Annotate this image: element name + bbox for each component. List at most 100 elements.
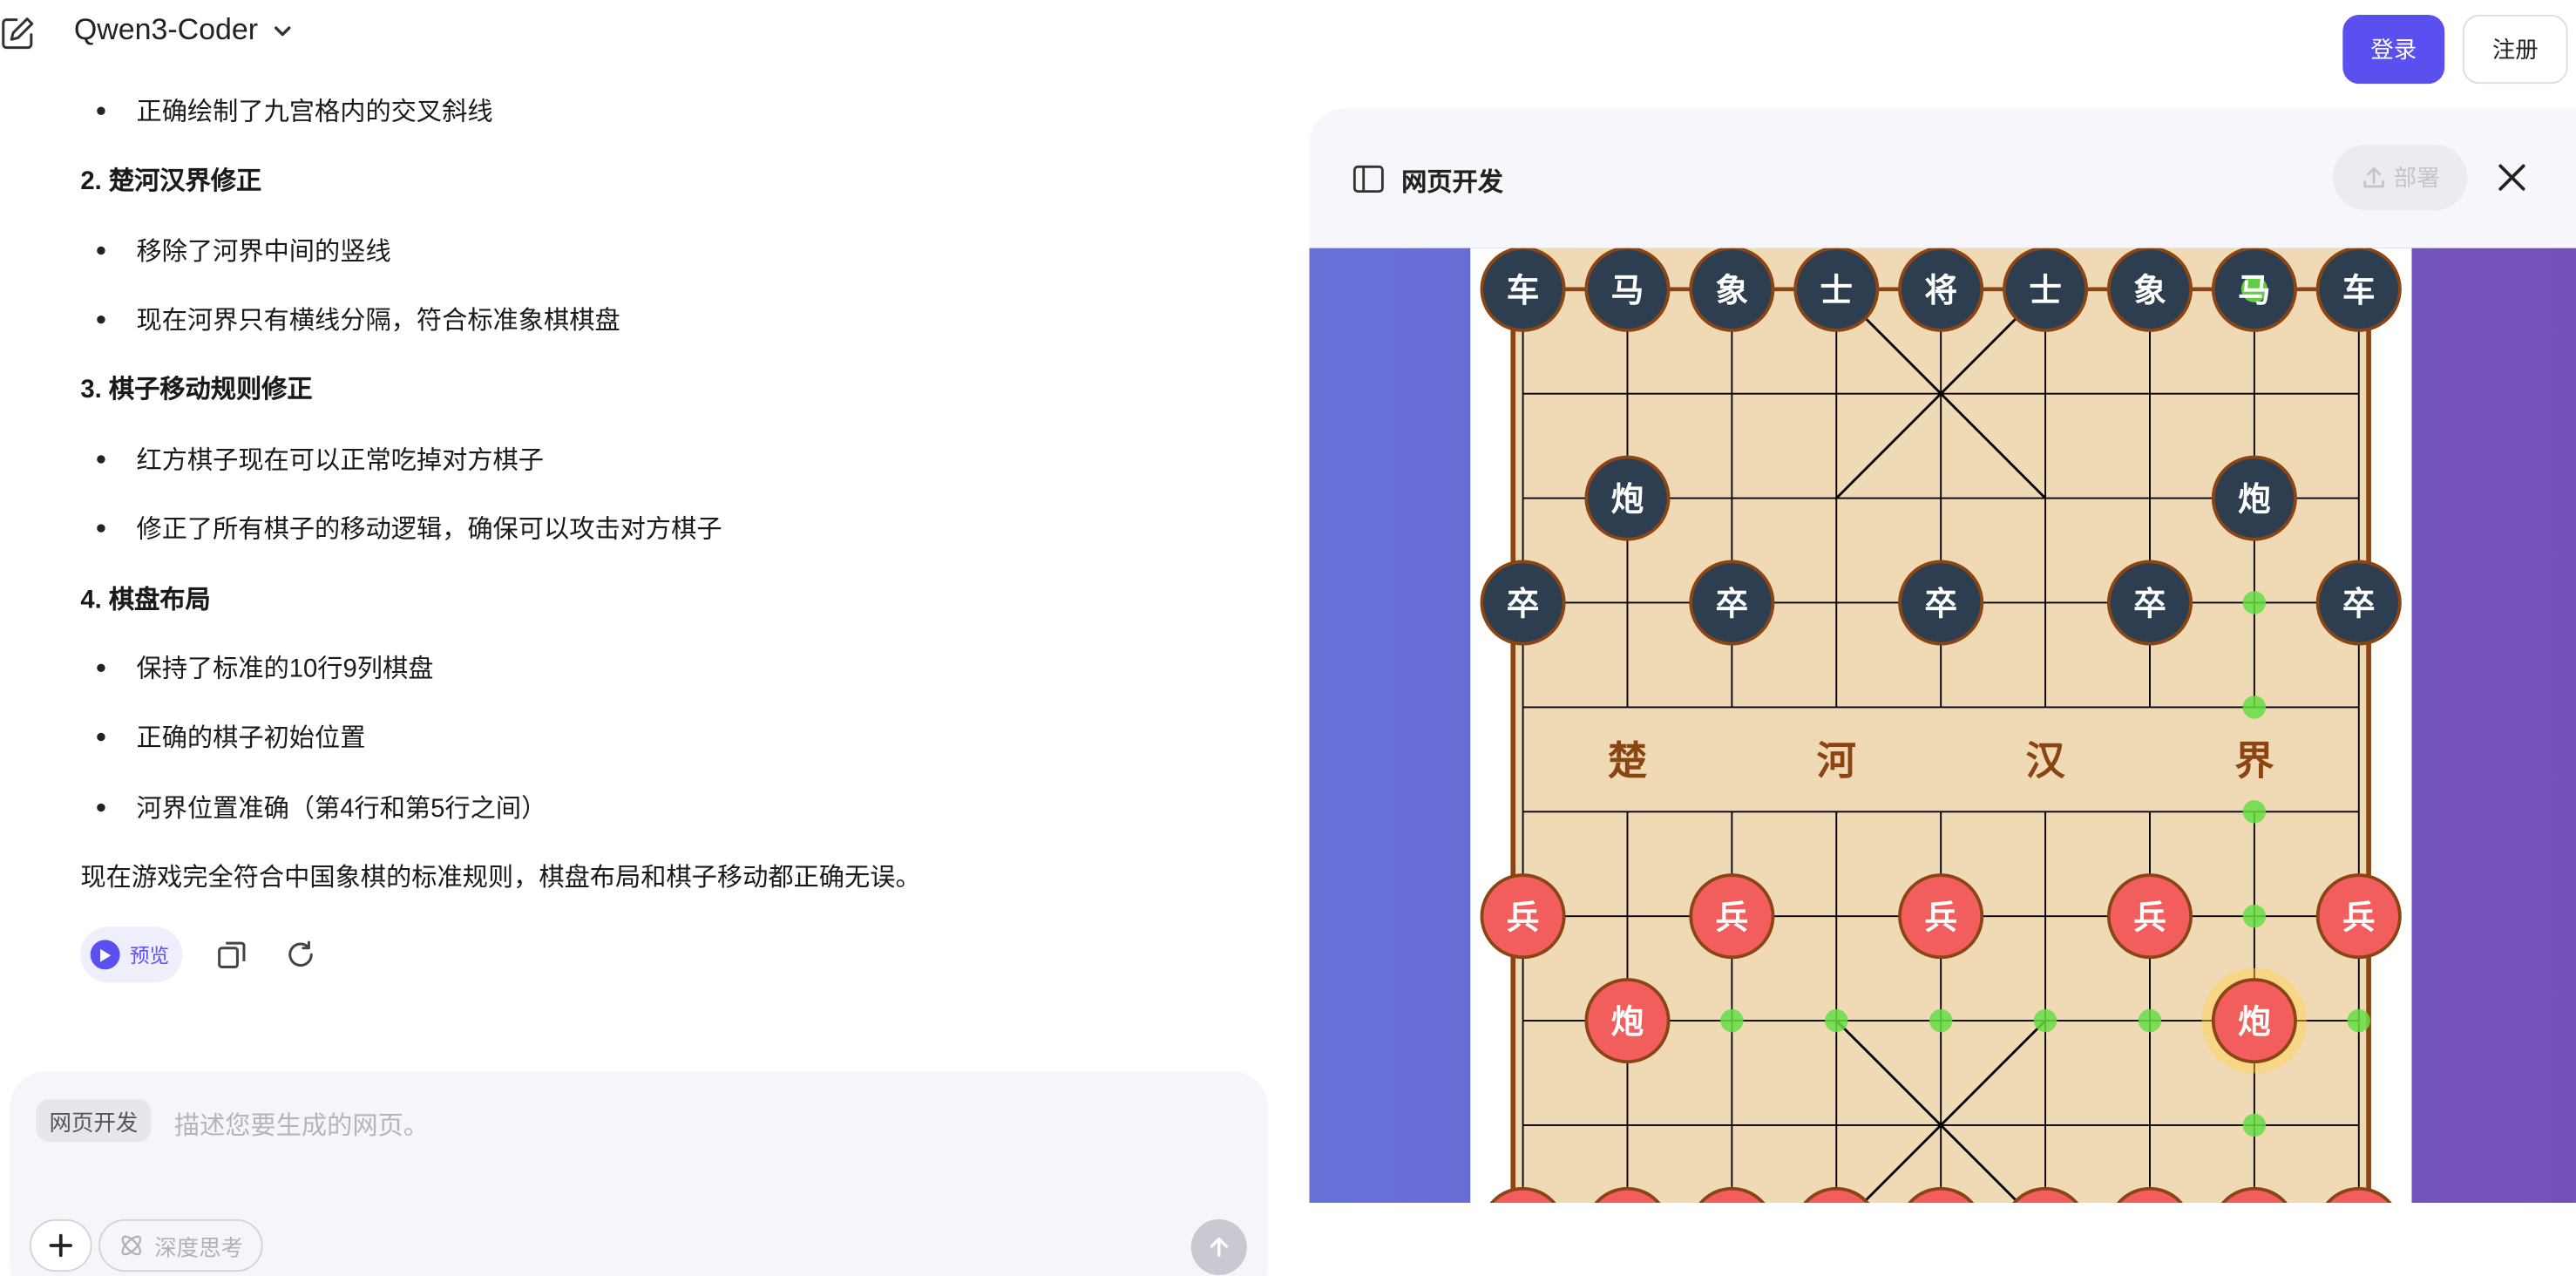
section-heading: 3. 棋子移动规则修正: [80, 376, 313, 404]
chevron-down-icon: [275, 25, 291, 36]
mode-tag[interactable]: 网页开发: [36, 1099, 152, 1143]
game-frame: 楚河汉界车马象士将士象马车炮炮卒卒卒卒卒兵兵兵兵兵炮炮车马相仕帅仕相马车: [1470, 248, 2412, 1203]
move-hint-dot[interactable]: [2242, 696, 2267, 719]
piece-label: 车: [2342, 271, 2376, 309]
xiangqi-board[interactable]: 楚河汉界车马象士将士象马车炮炮卒卒卒卒卒兵兵兵兵兵炮炮车马相仕帅仕相马车: [1470, 248, 2411, 1203]
black-piece[interactable]: 士: [1793, 248, 1880, 332]
summary-text: 现在游戏完全符合中国象棋的标准规则，棋盘布局和棋子移动都正确无误。: [80, 864, 921, 893]
black-piece[interactable]: 马: [1584, 248, 1671, 332]
piece-label: 马: [2238, 271, 2271, 309]
sidebar-toggle-icon[interactable]: [1352, 165, 1386, 194]
piece-label: 象: [1716, 271, 1749, 309]
river-char: 界: [2234, 737, 2274, 784]
app-root: Qwen3-Coder 登录 注册 正确绘制了九宫格内的交叉斜线 2. 楚河汉界…: [0, 0, 2576, 1276]
black-piece[interactable]: 车: [2315, 248, 2402, 332]
upload-icon: [2363, 166, 2384, 188]
section-heading: 2. 楚河汉界修正: [80, 167, 262, 196]
move-hint-dot[interactable]: [2033, 1008, 2057, 1033]
move-hint-dot[interactable]: [2242, 591, 2267, 614]
move-hint-dot[interactable]: [1929, 1008, 1953, 1033]
piece-label: 卒: [2133, 585, 2166, 623]
game-stage: 楚河汉界车马象士将士象马车炮炮卒卒卒卒卒兵兵兵兵兵炮炮车马相仕帅仕相马车: [1309, 248, 2576, 1203]
river-char: 河: [1817, 737, 1856, 784]
chat-input-box: 网页开发 描述您要生成的网页。 深度思考: [10, 1071, 1269, 1276]
move-hint-dot[interactable]: [2242, 800, 2267, 824]
black-piece[interactable]: 象: [1689, 248, 1775, 332]
piece-label: 车: [1507, 271, 1540, 309]
piece-label: 炮: [2238, 1002, 2271, 1041]
login-button[interactable]: 登录: [2342, 14, 2445, 85]
red-piece[interactable]: 炮: [1584, 978, 1671, 1064]
red-piece[interactable]: 兵: [2315, 873, 2402, 960]
deep-think-toggle[interactable]: 深度思考: [98, 1218, 263, 1273]
piece-label: 兵: [1924, 898, 1957, 936]
move-hint-dot[interactable]: [2138, 1008, 2162, 1033]
move-hint-dot[interactable]: [2242, 904, 2267, 928]
black-piece[interactable]: 将: [1898, 248, 1984, 332]
list-item: 保持了标准的10行9列棋盘: [97, 649, 433, 685]
piece-label: 兵: [1507, 898, 1540, 936]
model-selector[interactable]: Qwen3-Coder: [74, 13, 295, 48]
panel-header: 网页开发 部署: [1310, 108, 2576, 248]
new-chat-icon[interactable]: [0, 15, 36, 51]
river-char: 楚: [1608, 737, 1647, 784]
black-piece[interactable]: 象: [2106, 248, 2193, 332]
register-button[interactable]: 注册: [2462, 14, 2568, 85]
black-piece[interactable]: 炮: [1584, 455, 1671, 541]
move-hint-dot[interactable]: [2347, 1008, 2370, 1033]
refresh-icon: [288, 940, 313, 967]
play-icon: [90, 940, 120, 970]
list-item: 移除了河界中间的竖线: [97, 232, 391, 268]
regenerate-button[interactable]: [281, 935, 320, 974]
message-actions: 预览: [80, 926, 320, 983]
panel-title: 网页开发: [1401, 169, 1503, 198]
list-item: 正确的棋子初始位置: [97, 718, 365, 754]
list-item: 正确绘制了九宫格内的交叉斜线: [97, 92, 493, 128]
attach-button[interactable]: [29, 1218, 92, 1273]
send-button[interactable]: [1190, 1218, 1247, 1275]
move-hint-dot[interactable]: [1825, 1008, 1848, 1033]
deploy-button[interactable]: 部署: [2332, 144, 2468, 211]
red-piece[interactable]: 炮: [2201, 967, 2308, 1074]
red-piece[interactable]: 兵: [2106, 873, 2193, 960]
chat-input[interactable]: 描述您要生成的网页。: [174, 1106, 429, 1142]
piece-label: 兵: [2133, 898, 2166, 936]
piece-label: 卒: [1716, 585, 1749, 623]
piece-label: 兵: [1716, 898, 1749, 936]
black-piece[interactable]: 士: [2003, 248, 2089, 332]
black-piece[interactable]: 卒: [1480, 560, 1566, 646]
preview-label: 预览: [129, 944, 170, 967]
list-item: 红方棋子现在可以正常吃掉对方棋子: [97, 440, 544, 476]
piece-label: 卒: [1507, 585, 1540, 623]
close-icon[interactable]: [2496, 161, 2529, 194]
copy-icon: [218, 941, 246, 968]
black-piece[interactable]: 卒: [1689, 560, 1775, 646]
piece-label: 士: [1820, 271, 1853, 309]
preview-button[interactable]: 预览: [80, 926, 183, 983]
piece-label: 兵: [2342, 898, 2376, 936]
piece-label: 炮: [1611, 480, 1644, 519]
piece-label: 象: [2133, 271, 2166, 309]
preview-panel: 网页开发 部署 楚河汉界车马象士将士象马车炮炮卒卒卒卒卒兵兵兵兵兵炮炮车马相仕帅…: [1309, 108, 2576, 1203]
red-piece[interactable]: 兵: [1898, 873, 1984, 960]
move-hint-dot[interactable]: [2242, 1113, 2267, 1137]
piece-label: 马: [1611, 271, 1644, 309]
piece-label: 炮: [2238, 480, 2271, 519]
black-piece[interactable]: 炮: [2211, 455, 2297, 541]
red-piece[interactable]: 兵: [1689, 873, 1775, 960]
move-hint-dot[interactable]: [1720, 1008, 1744, 1033]
section-heading: 4. 棋盘布局: [80, 587, 211, 615]
deep-think-label: 深度思考: [154, 1235, 244, 1260]
black-piece[interactable]: 卒: [2315, 560, 2402, 646]
copy-button[interactable]: [212, 935, 251, 974]
deploy-label: 部署: [2393, 164, 2440, 191]
list-item: 现在河界只有横线分隔，符合标准象棋棋盘: [97, 301, 620, 336]
black-piece[interactable]: 马: [2211, 248, 2297, 332]
black-piece[interactable]: 车: [1480, 248, 1566, 332]
red-piece[interactable]: 兵: [1480, 873, 1566, 960]
black-piece[interactable]: 卒: [1898, 560, 1984, 646]
list-item: 修正了所有棋子的移动逻辑，确保可以攻击对方棋子: [97, 509, 722, 545]
plus-icon: [49, 1233, 72, 1258]
black-piece[interactable]: 卒: [2106, 560, 2193, 646]
piece-label: 士: [2029, 271, 2062, 309]
